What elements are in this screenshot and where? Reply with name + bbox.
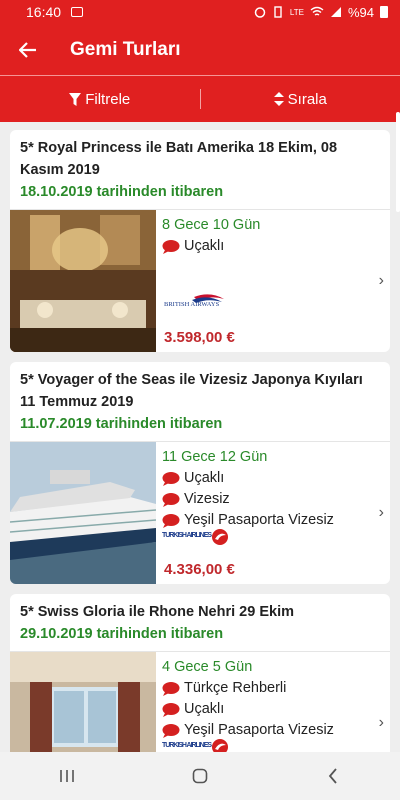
tour-title: 5* Swiss Gloria ile Rhone Nehri 29 Ekim <box>20 604 294 620</box>
tour-price: 4.336,00 € <box>164 561 235 578</box>
system-nav-bar <box>0 752 400 800</box>
app-bar: Gemi Turları <box>0 24 400 76</box>
airline-wordmark: BRITISH AIRWAYS <box>164 301 220 308</box>
network-type: LTE <box>289 7 304 17</box>
tour-price: 3.598,00 € <box>164 329 235 346</box>
speech-bubble-icon <box>162 702 180 717</box>
sort-label: Sırala <box>287 90 327 108</box>
wifi-icon <box>310 6 324 16</box>
filter-sort-bar: Filtrele Sırala <box>0 76 400 122</box>
feature-label: Türkçe Rehberli <box>184 680 287 696</box>
home-icon <box>192 768 208 784</box>
battery-percent: %94 <box>347 4 374 20</box>
recent-apps-button[interactable] <box>37 769 97 783</box>
gallery-notification-icon <box>71 7 84 17</box>
back-arrow-icon[interactable] <box>18 40 38 60</box>
tour-date: 29.10.2019 tarihinden itibaren <box>20 626 224 642</box>
battery-icon <box>380 6 388 18</box>
speech-bubble-icon <box>162 723 180 738</box>
british-airways-logo: BRITISH AIRWAYS <box>162 293 384 317</box>
home-button[interactable] <box>170 768 230 784</box>
tour-card[interactable]: 5* Swiss Gloria ile Rhone Nehri 29 Ekim … <box>10 594 390 752</box>
tour-date: 18.10.2019 tarihinden itibaren <box>20 184 224 200</box>
back-chevron-icon <box>329 768 337 784</box>
tour-duration: 8 Gece 10 Gün <box>162 217 261 233</box>
feature-item: Türkçe Rehberli <box>162 678 384 699</box>
feature-label: Vizesiz <box>184 491 230 507</box>
feature-item: Uçaklı <box>162 468 384 489</box>
speech-bubble-icon <box>162 471 180 486</box>
feature-label: Uçaklı <box>184 238 225 254</box>
status-time: 16:40 <box>26 4 62 20</box>
tour-card[interactable]: 5* Voyager of the Seas ile Vizesiz Japon… <box>10 362 390 584</box>
filter-button[interactable]: Filtrele <box>0 91 200 108</box>
alarm-icon <box>254 7 266 18</box>
funnel-icon <box>69 92 82 106</box>
cruise-ship-image <box>10 442 156 584</box>
feature-item: Vizesiz <box>162 489 384 510</box>
tour-duration: 11 Gece 12 Gün <box>162 449 268 465</box>
page-title: Gemi Turları <box>70 38 181 60</box>
feature-item: Uçaklı <box>162 236 384 257</box>
feature-label: Uçaklı <box>184 701 225 717</box>
status-bar: 16:40 LTE %94 <box>0 0 400 24</box>
tour-duration: 4 Gece 5 Gün <box>162 659 253 675</box>
tour-card[interactable]: 5* Royal Princess ile Batı Amerika 18 Ek… <box>10 130 390 352</box>
chevron-right-icon: › <box>378 714 384 731</box>
filter-label: Filtrele <box>85 90 131 108</box>
vibrate-icon <box>274 6 282 18</box>
speech-bubble-icon <box>162 239 180 254</box>
feature-label: Uçaklı <box>184 470 225 486</box>
speech-bubble-icon <box>162 681 180 696</box>
back-button[interactable] <box>303 768 363 784</box>
speech-bubble-icon <box>162 513 180 528</box>
tour-date: 11.07.2019 tarihinden itibaren <box>20 416 223 432</box>
tour-list: 5* Royal Princess ile Batı Amerika 18 Ek… <box>0 122 400 752</box>
speech-bubble-icon <box>162 492 180 507</box>
airline-wordmark: TURKISH AIRLINES <box>162 742 212 749</box>
sort-arrows-icon <box>273 92 284 106</box>
signal-icon <box>330 7 341 17</box>
tour-title: 5* Voyager of the Seas ile Vizesiz Japon… <box>20 372 363 410</box>
cabin-image <box>10 652 156 752</box>
sort-button[interactable]: Sırala <box>201 91 400 108</box>
tour-title: 5* Royal Princess ile Batı Amerika 18 Ek… <box>20 140 338 178</box>
feature-item: Uçaklı <box>162 699 384 720</box>
chevron-right-icon: › <box>378 504 384 521</box>
airline-wordmark: TURKISH AIRLINES <box>162 532 212 539</box>
recent-apps-icon <box>59 770 74 782</box>
ship-interior-image <box>10 210 156 352</box>
chevron-right-icon: › <box>378 272 384 289</box>
